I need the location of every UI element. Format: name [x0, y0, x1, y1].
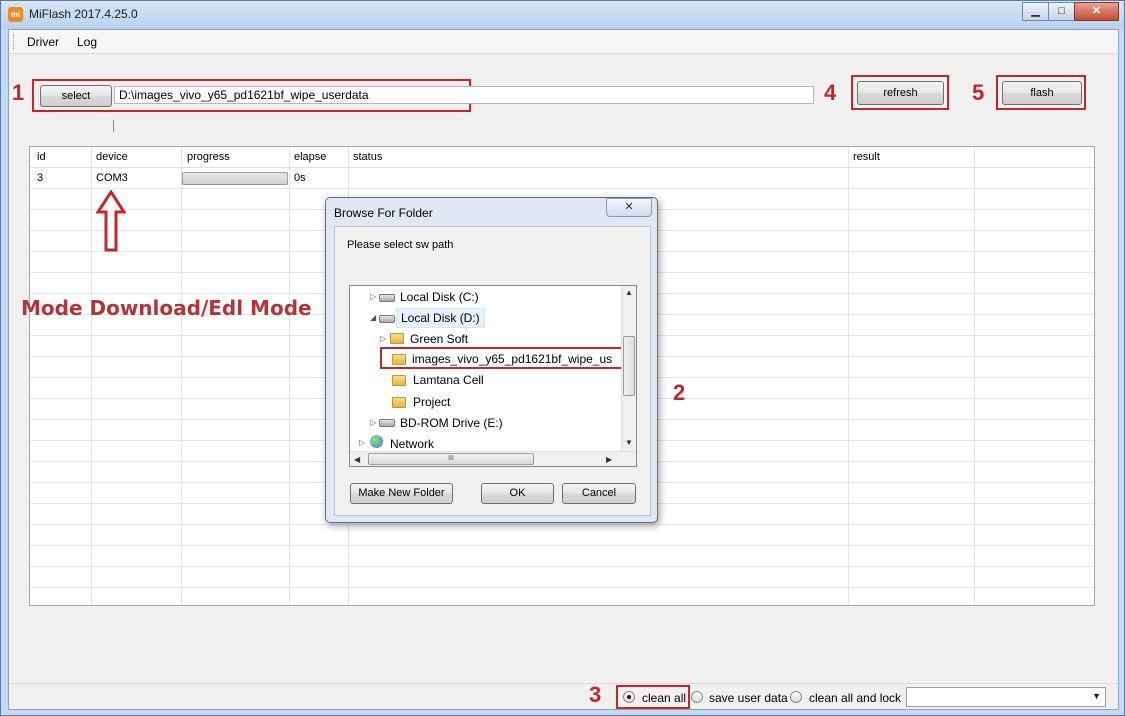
- path-input[interactable]: D:\images_vivo_y65_pd1621bf_wipe_userdat…: [114, 86, 814, 104]
- tree-item-lamtana-cell[interactable]: Lamtana Cell: [413, 373, 484, 387]
- menu-grip: [13, 35, 15, 49]
- make-new-folder-button[interactable]: Make New Folder: [350, 483, 453, 504]
- horizontal-scroll-thumb[interactable]: III: [368, 453, 534, 465]
- mode-download-label: Mode Download/Edl Mode: [21, 296, 312, 320]
- tree-item-project[interactable]: Project: [413, 395, 450, 409]
- step-5-label: 5: [972, 80, 985, 105]
- menu-log[interactable]: Log: [77, 35, 97, 49]
- grid-divider: [848, 147, 849, 605]
- col-elapse[interactable]: elapse: [294, 151, 326, 163]
- dialog-body: Please select sw path ▷ Local Disk (C:) …: [334, 226, 651, 516]
- minimize-button[interactable]: ▁: [1022, 2, 1049, 21]
- save-user-data-label[interactable]: save user data: [709, 691, 788, 705]
- tree-vertical-scrollbar[interactable]: ▲ ▼: [621, 286, 636, 452]
- row-progress-bar: [182, 172, 288, 185]
- step-2-label: 2: [673, 380, 686, 405]
- highlight-images-folder: [380, 347, 623, 369]
- folder-icon: [392, 397, 406, 408]
- up-arrow-annotation: [96, 190, 126, 252]
- window-controls: ▁ □ ✕: [1022, 2, 1119, 21]
- scroll-up-icon[interactable]: ▲: [625, 288, 633, 297]
- tree-item-bd-rom[interactable]: BD-ROM Drive (E:): [400, 416, 503, 430]
- tree-item-local-disk-d[interactable]: Local Disk (D:): [396, 308, 485, 328]
- status-bar: 3 clean all save user data clean all and…: [9, 682, 1118, 709]
- tree-item-green-soft[interactable]: Green Soft: [410, 332, 468, 346]
- folder-icon: [392, 375, 406, 386]
- browse-folder-dialog: Browse For Folder ✕ Please select sw pat…: [325, 197, 658, 523]
- network-icon: [370, 435, 383, 448]
- grid-divider: [289, 147, 290, 605]
- col-device[interactable]: device: [96, 151, 128, 163]
- expand-triangle-icon[interactable]: ▷: [370, 418, 376, 427]
- mi-logo-icon: mi: [8, 7, 23, 22]
- refresh-button[interactable]: refresh: [857, 81, 944, 105]
- dialog-close-button[interactable]: ✕: [606, 198, 652, 217]
- row-elapse: 0s: [294, 172, 306, 184]
- dialog-prompt: Please select sw path: [347, 239, 454, 251]
- select-button[interactable]: select: [40, 85, 112, 107]
- step-1-label: 1: [12, 80, 25, 105]
- menu-driver[interactable]: Driver: [27, 35, 59, 49]
- expand-triangle-icon[interactable]: ▷: [380, 334, 386, 343]
- col-progress[interactable]: progress: [187, 151, 230, 163]
- grid-divider: [91, 147, 92, 605]
- grid-header: id device progress elapse status result: [30, 147, 1094, 168]
- folder-icon: [390, 333, 404, 344]
- client-area: Driver Log 1 select D:\images_vivo_y65_p…: [8, 29, 1119, 710]
- row-id: 3: [37, 172, 44, 184]
- scroll-left-icon[interactable]: ◀: [354, 455, 360, 464]
- col-status[interactable]: status: [353, 151, 382, 163]
- clean-all-radio[interactable]: [623, 691, 635, 703]
- tree-horizontal-scrollbar[interactable]: ◀ III ▶: [350, 451, 636, 466]
- folder-tree[interactable]: ▷ Local Disk (C:) ◢ Local Disk (D:) ▷ Gr…: [349, 285, 637, 467]
- col-id[interactable]: id: [37, 151, 46, 163]
- col-result[interactable]: result: [853, 151, 880, 163]
- maximize-button[interactable]: □: [1048, 2, 1075, 21]
- grid-divider: [974, 147, 975, 605]
- scroll-down-icon[interactable]: ▼: [625, 438, 633, 447]
- step-4-label: 4: [824, 80, 837, 105]
- drive-icon: [379, 315, 395, 323]
- drive-icon: [379, 294, 395, 302]
- clean-all-and-lock-radio[interactable]: [790, 691, 802, 703]
- mode-combobox[interactable]: ▼: [906, 687, 1106, 707]
- title-bar[interactable]: mi MiFlash 2017.4.25.0 ▁ □ ✕: [1, 1, 1124, 29]
- tree-item-local-disk-c[interactable]: Local Disk (C:): [400, 290, 479, 304]
- bd-drive-icon: [379, 419, 395, 427]
- collapse-triangle-icon[interactable]: ◢: [370, 313, 376, 322]
- mi-flash-window: mi MiFlash 2017.4.25.0 ▁ □ ✕ Driver Log …: [0, 0, 1125, 716]
- chevron-down-icon[interactable]: ▼: [1092, 691, 1101, 701]
- expand-triangle-icon[interactable]: ▷: [359, 438, 365, 447]
- cancel-button[interactable]: Cancel: [562, 483, 636, 504]
- clean-all-label[interactable]: clean all: [642, 691, 686, 705]
- vertical-scroll-thumb[interactable]: [623, 336, 635, 396]
- menu-bar: Driver Log: [9, 30, 1118, 54]
- tree-item-network[interactable]: Network: [390, 437, 434, 451]
- dialog-title: Browse For Folder: [334, 206, 433, 220]
- ok-button[interactable]: OK: [481, 483, 554, 504]
- save-user-data-radio[interactable]: [691, 691, 703, 703]
- expand-triangle-icon[interactable]: ▷: [370, 292, 376, 301]
- scroll-right-icon[interactable]: ▶: [606, 455, 612, 464]
- close-button[interactable]: ✕: [1074, 2, 1119, 21]
- step-3-label: 3: [589, 682, 602, 707]
- clean-all-and-lock-label[interactable]: clean all and lock: [809, 691, 901, 705]
- grid-divider: [181, 147, 182, 605]
- row-device: COM3: [96, 172, 128, 184]
- flash-button[interactable]: flash: [1002, 81, 1082, 105]
- text-cursor: [113, 120, 114, 132]
- window-title: MiFlash 2017.4.25.0: [29, 7, 138, 21]
